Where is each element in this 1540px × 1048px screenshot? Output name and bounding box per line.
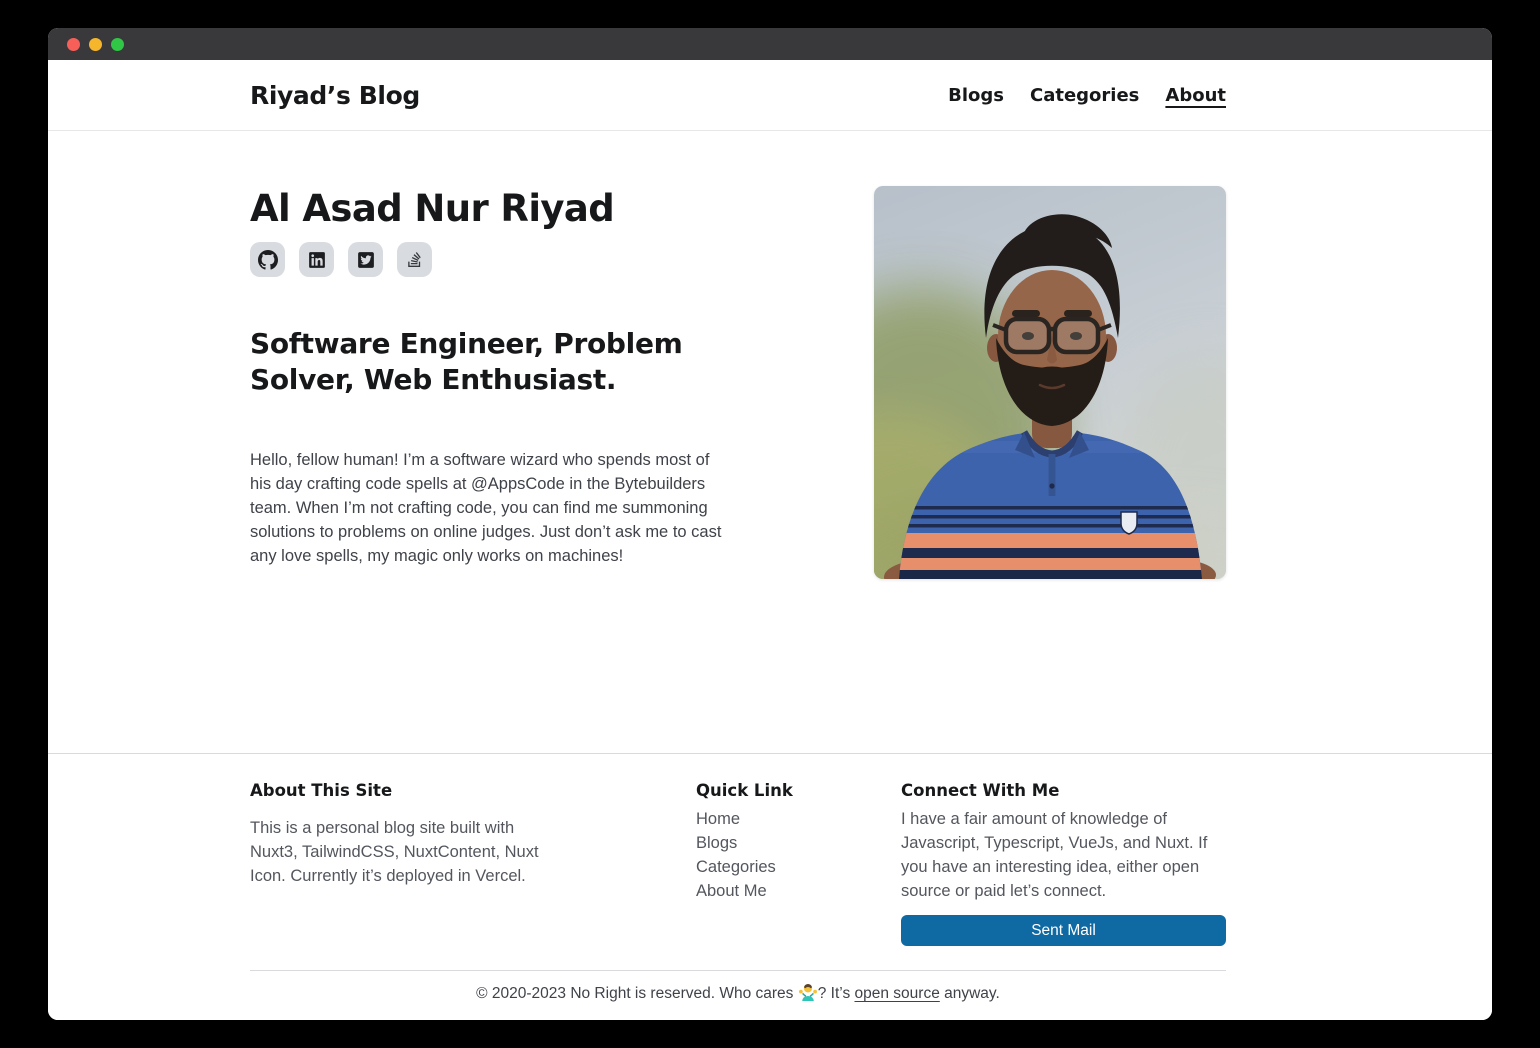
nav-item-about[interactable]: About [1165,85,1226,106]
site-header: Riyad’s Blog Blogs Categories About [48,60,1492,131]
open-source-link[interactable]: open source [855,985,940,1002]
main-nav: Blogs Categories About [948,85,1226,106]
bio-paragraph: Hello, fellow human! I’m a software wiza… [250,448,722,568]
portrait-photo [874,186,1226,579]
main-content: Al Asad Nur Riyad [48,131,1492,753]
window-titlebar [48,28,1492,60]
close-window-button[interactable] [67,38,80,51]
footer-connect-title: Connect With Me [901,781,1226,800]
stackoverflow-icon [406,251,423,268]
copyright-text-2: ? It’s [818,985,855,1002]
linkedin-icon [308,251,326,269]
footer-link-categories[interactable]: Categories [696,855,826,879]
footer-link-blogs[interactable]: Blogs [696,831,826,855]
minimize-window-button[interactable] [89,38,102,51]
stackoverflow-link[interactable] [397,242,432,277]
copyright-text-1: © 2020-2023 No Right is reserved. Who ca… [476,985,798,1002]
headline: Software Engineer, Problem Solver, Web E… [250,326,700,398]
copyright-line: © 2020-2023 No Right is reserved. Who ca… [250,982,1226,1003]
footer-divider [250,970,1226,971]
footer-about-column: About This Site This is a personal blog … [250,781,550,888]
sent-mail-button[interactable]: Sent Mail [901,915,1226,946]
site-footer: About This Site This is a personal blog … [48,753,1492,1020]
footer-link-home[interactable]: Home [696,807,826,831]
footer-quicklink-column: Quick Link Home Blogs Categories About M… [696,781,826,903]
footer-connect-text: I have a fair amount of knowledge of Jav… [901,807,1226,903]
github-link[interactable] [250,242,285,277]
footer-link-about-me[interactable]: About Me [696,879,826,903]
github-icon [258,250,278,270]
linkedin-link[interactable] [299,242,334,277]
nav-item-blogs[interactable]: Blogs [948,85,1004,106]
shrug-emoji-icon [798,982,818,1002]
zoom-window-button[interactable] [111,38,124,51]
social-links [250,242,730,277]
footer-quicklink-title: Quick Link [696,781,826,800]
twitter-icon [357,251,375,269]
nav-item-categories[interactable]: Categories [1030,85,1139,106]
hero-section: Al Asad Nur Riyad [250,131,1226,579]
footer-about-title: About This Site [250,781,550,800]
footer-connect-column: Connect With Me I have a fair amount of … [901,781,1226,946]
twitter-link[interactable] [348,242,383,277]
copyright-text-3: anyway. [940,985,1000,1002]
page-title: Al Asad Nur Riyad [250,188,730,229]
browser-window: Riyad’s Blog Blogs Categories About Al A… [48,28,1492,1020]
site-logo[interactable]: Riyad’s Blog [250,81,420,110]
footer-about-text: This is a personal blog site built with … [250,816,550,888]
